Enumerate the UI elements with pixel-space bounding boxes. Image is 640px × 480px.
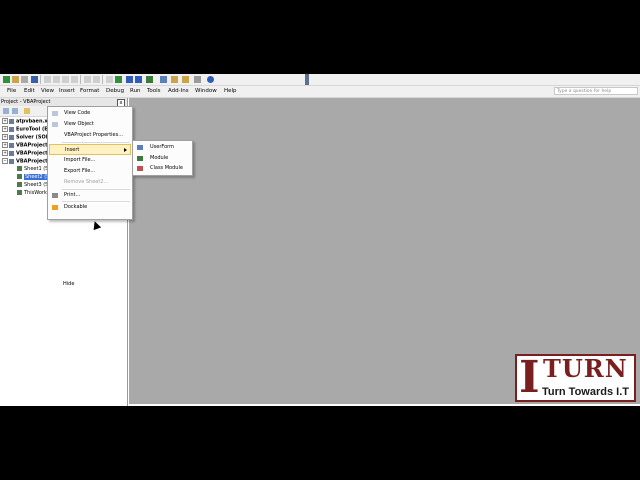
design-mode-icon[interactable] <box>146 76 153 83</box>
menu-item-view-object[interactable]: View Object <box>49 119 131 130</box>
menu-format[interactable]: Format <box>80 88 99 94</box>
expand-icon[interactable]: + <box>2 150 8 156</box>
project-icon <box>9 134 14 140</box>
menu-tools[interactable]: Tools <box>147 88 161 94</box>
submenu-item-userform[interactable]: UserForm <box>134 142 191 153</box>
view-object-icon[interactable] <box>12 108 18 114</box>
view-code-icon <box>52 111 58 116</box>
tree-item-label: Sheet3 (S <box>24 182 49 188</box>
menu-edit[interactable]: Edit <box>24 88 35 94</box>
menu-item-insert[interactable]: Insert <box>49 144 131 155</box>
context-menu: View Code View Object VBAProject Propert… <box>47 106 133 220</box>
menu-item-remove-sheet[interactable]: Remove Sheet2... <box>49 177 131 188</box>
paste-icon[interactable] <box>62 76 69 83</box>
object-browser-icon[interactable] <box>182 76 189 83</box>
workbook-icon <box>17 190 22 195</box>
menu-item-label: Print... <box>64 192 81 198</box>
help-search-input[interactable]: Type a question for help <box>554 87 638 95</box>
run-sub-icon[interactable] <box>115 76 122 83</box>
menu-item-label: Class Module <box>150 165 183 171</box>
menu-item-label: VBAProject Properties... <box>64 132 124 138</box>
insert-userform-icon[interactable] <box>12 76 19 83</box>
run-icon[interactable] <box>106 76 113 83</box>
dropdown-icon[interactable] <box>21 76 28 83</box>
project-icon <box>9 158 14 164</box>
class-module-icon <box>137 166 143 171</box>
menu-item-label: Import File... <box>64 157 96 163</box>
menu-help[interactable]: Help <box>224 88 237 94</box>
copy-icon[interactable] <box>53 76 60 83</box>
project-icon <box>9 150 14 156</box>
break-icon[interactable] <box>126 76 133 83</box>
menu-item-print[interactable]: Print... <box>49 190 131 201</box>
tree-item[interactable]: ThisWork <box>17 190 47 197</box>
save-icon[interactable] <box>31 76 38 83</box>
menu-item-hide[interactable]: Hide <box>48 279 130 290</box>
toggle-folders-icon[interactable] <box>24 108 30 114</box>
view-code-icon[interactable] <box>3 108 9 114</box>
find-icon[interactable] <box>71 76 78 83</box>
submenu-arrow-icon <box>124 148 127 152</box>
menu-item-label: Dockable <box>64 204 88 210</box>
menu-add-ins[interactable]: Add-Ins <box>168 88 189 94</box>
menu-item-import-file[interactable]: Import File... <box>49 155 131 166</box>
menu-view[interactable]: View <box>41 88 54 94</box>
sheet-icon <box>17 174 22 179</box>
menu-debug[interactable]: Debug <box>106 88 124 94</box>
menu-insert[interactable]: Insert <box>59 88 75 94</box>
reset-icon[interactable] <box>135 76 142 83</box>
expand-icon[interactable]: + <box>2 142 8 148</box>
project-icon <box>9 142 14 148</box>
menu-item-label: Hide <box>63 281 75 287</box>
menu-window[interactable]: Window <box>195 88 217 94</box>
toolbar-grip[interactable] <box>305 74 309 85</box>
menu-item-dockable[interactable]: Dockable <box>49 202 131 213</box>
menu-file[interactable]: File <box>7 88 16 94</box>
menu-item-label: UserForm <box>150 144 174 150</box>
panel-title-bar: Project - VBAProject x <box>0 98 127 107</box>
submenu-item-class-module[interactable]: Class Module <box>134 163 191 174</box>
redo-icon[interactable] <box>93 76 100 83</box>
menu-item-properties[interactable]: VBAProject Properties... <box>49 130 131 141</box>
sheet-icon <box>17 182 22 187</box>
menu-item-label: View Code <box>64 110 91 116</box>
userform-icon <box>137 145 143 150</box>
insert-submenu: UserForm Module Class Module <box>132 140 193 176</box>
expand-icon[interactable]: + <box>2 126 8 132</box>
print-icon <box>52 193 58 198</box>
toolbox-icon[interactable] <box>194 76 201 83</box>
project-icon <box>9 126 14 132</box>
project-explorer-icon[interactable] <box>160 76 167 83</box>
module-icon <box>137 156 143 161</box>
undo-icon[interactable] <box>84 76 91 83</box>
menu-item-label: Remove Sheet2... <box>64 179 109 185</box>
menu-item-label: Export File... <box>64 168 96 174</box>
project-icon <box>9 118 14 124</box>
expand-icon[interactable]: + <box>2 118 8 124</box>
menu-bar: File Edit View Insert Format Debug Run T… <box>0 86 640 98</box>
checkmark-icon <box>52 205 58 210</box>
collapse-icon[interactable]: − <box>2 158 8 164</box>
view-object-icon <box>52 122 58 127</box>
expand-icon[interactable]: + <box>2 134 8 140</box>
tree-item[interactable]: Sheet3 (S <box>17 182 48 189</box>
menu-item-label: View Object <box>64 121 94 127</box>
cut-icon[interactable] <box>44 76 51 83</box>
logo-tagline: Turn Towards I.T <box>542 386 629 398</box>
sheet-icon <box>17 166 22 171</box>
standard-toolbar <box>0 74 640 86</box>
logo-word: TURN <box>543 354 628 383</box>
panel-title: Project - VBAProject <box>1 99 51 105</box>
menu-item-export-file[interactable]: Export File... <box>49 166 131 177</box>
menu-run[interactable]: Run <box>130 88 141 94</box>
excel-icon[interactable] <box>3 76 10 83</box>
help-icon[interactable] <box>207 76 214 83</box>
brand-logo: I TURN Turn Towards I.T <box>515 354 636 402</box>
tree-item-label: ThisWork <box>24 190 47 196</box>
menu-item-view-code[interactable]: View Code <box>49 108 131 119</box>
properties-icon[interactable] <box>171 76 178 83</box>
logo-letter: I <box>519 352 540 403</box>
